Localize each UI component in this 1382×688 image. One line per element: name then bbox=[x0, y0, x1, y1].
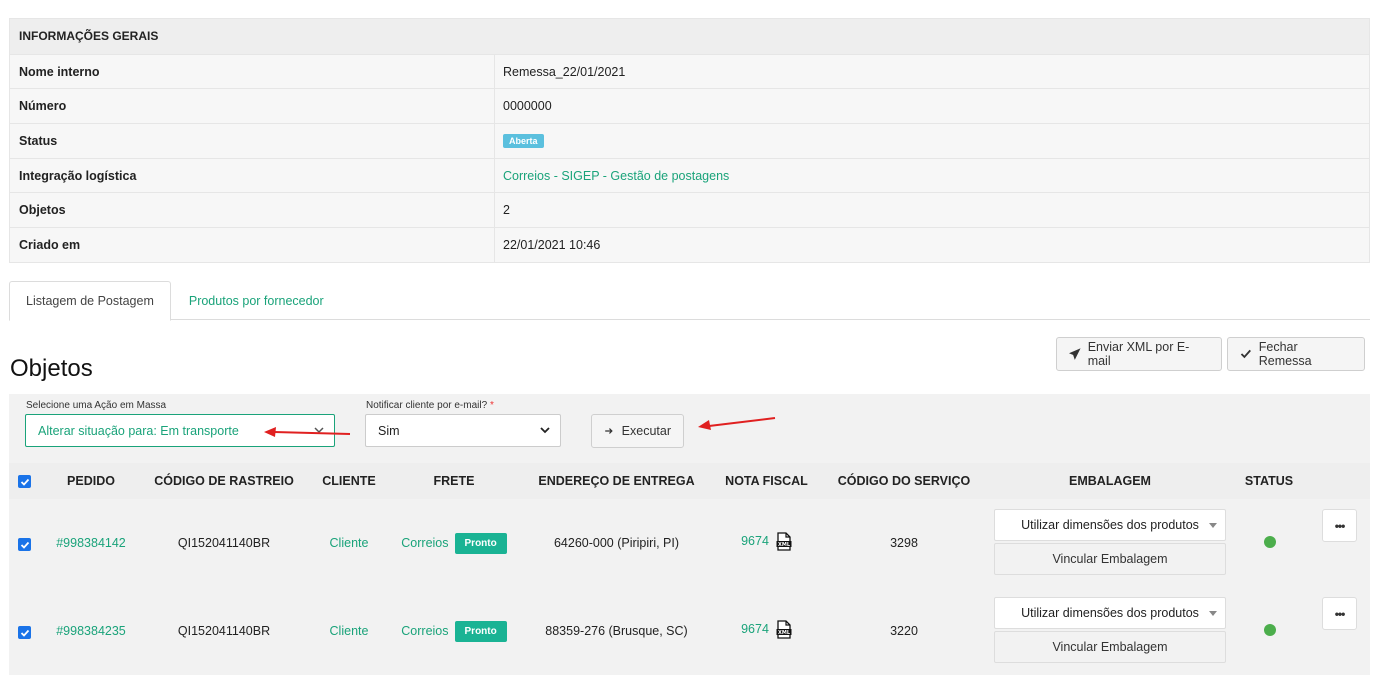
row-checkbox[interactable] bbox=[18, 538, 31, 551]
column-header-order: PEDIDO bbox=[67, 474, 115, 488]
tracking-code: QI152041140BR bbox=[177, 624, 271, 638]
select-all-checkbox[interactable] bbox=[18, 475, 31, 488]
execute-button[interactable]: Executar bbox=[591, 414, 684, 448]
client-link[interactable]: Cliente bbox=[314, 533, 384, 553]
page-title: Objetos bbox=[10, 355, 93, 382]
check-icon bbox=[20, 541, 29, 549]
invoice-link[interactable]: 9674 bbox=[741, 534, 769, 548]
info-row-number: Número 0000000 bbox=[10, 88, 1369, 124]
annotation-arrow-icon bbox=[698, 417, 776, 430]
info-row-integration: Integração logística Correios - SIGEP - … bbox=[10, 157, 1369, 193]
packaging-select-value: Utilizar dimensões dos produtos bbox=[1021, 606, 1199, 620]
table-row: #998384142 QI152041140BR Cliente Correio… bbox=[9, 499, 1370, 587]
tab-posting-list[interactable]: Listagem de Postagem bbox=[9, 281, 171, 321]
annotation-arrow-icon bbox=[264, 427, 351, 437]
tracking-code: QI152041140BR bbox=[177, 536, 271, 550]
paper-plane-icon bbox=[1069, 348, 1081, 360]
info-label: Integração logística bbox=[10, 158, 495, 193]
info-row-status: Status Aberta bbox=[10, 123, 1369, 158]
column-header-tracking: CÓDIGO DE RASTREIO bbox=[154, 474, 294, 488]
mass-action-label: Selecione uma Ação em Massa bbox=[26, 400, 167, 411]
execute-label: Executar bbox=[621, 424, 671, 438]
info-value: 22/01/2021 10:46 bbox=[503, 237, 601, 252]
service-code: 3298 bbox=[890, 536, 918, 550]
caret-down-icon bbox=[1209, 611, 1217, 616]
info-value: 0000000 bbox=[503, 99, 552, 114]
info-row-internal-name: Nome interno Remessa_22/01/2021 bbox=[10, 53, 1369, 89]
info-header: INFORMAÇÕES GERAIS bbox=[19, 29, 159, 44]
notify-label: Notificar cliente por e-mail? * bbox=[366, 400, 494, 411]
chevron-down-icon bbox=[540, 427, 550, 434]
info-label: Número bbox=[10, 89, 495, 124]
info-label: Criado em bbox=[10, 228, 495, 262]
delivery-address: 88359-276 (Brusque, SC) bbox=[545, 624, 688, 638]
column-header-freight: FRETE bbox=[433, 474, 475, 488]
info-label: Objetos bbox=[10, 193, 495, 228]
arrow-right-icon bbox=[605, 428, 613, 434]
close-shipment-label: Fechar Remessa bbox=[1258, 340, 1312, 368]
column-header-client: CLIENTE bbox=[322, 474, 376, 488]
send-xml-label: Enviar XML por E-mail bbox=[1087, 340, 1190, 368]
info-row-created: Criado em 22/01/2021 10:46 bbox=[10, 227, 1369, 262]
info-row-objects: Objetos 2 bbox=[10, 192, 1369, 228]
xml-file-icon[interactable]: XML bbox=[776, 619, 792, 639]
service-code: 3220 bbox=[890, 624, 918, 638]
packaging-select[interactable]: Utilizar dimensões dos produtos bbox=[994, 509, 1226, 541]
integration-link[interactable]: Correios - SIGEP - Gestão de postagens bbox=[495, 159, 1369, 193]
info-label: Nome interno bbox=[10, 54, 495, 89]
notify-select[interactable]: Sim bbox=[365, 414, 561, 447]
column-header-status: STATUS bbox=[1244, 474, 1294, 488]
info-value: Aberta bbox=[495, 124, 1369, 158]
svg-text:XML: XML bbox=[778, 542, 791, 548]
invoice-cell: 9674 XML bbox=[714, 531, 819, 551]
freight-cell: Correios Pronto bbox=[389, 532, 519, 554]
general-info-table: INFORMAÇÕES GERAIS Nome interno Remessa_… bbox=[9, 18, 1370, 263]
ready-badge: Pronto bbox=[454, 532, 507, 554]
mass-action-value: Alterar situação para: Em transporte bbox=[38, 423, 239, 438]
tab-products-by-supplier[interactable]: Produtos por fornecedor bbox=[171, 281, 340, 320]
info-value: Remessa_22/01/2021 bbox=[503, 64, 626, 79]
order-link[interactable]: #998384235 bbox=[49, 621, 133, 641]
send-xml-button[interactable]: Enviar XML por E-mail bbox=[1056, 337, 1222, 371]
notify-label-text: Notificar cliente por e-mail? bbox=[366, 400, 488, 411]
client-link[interactable]: Cliente bbox=[314, 621, 384, 641]
info-label: Status bbox=[10, 124, 495, 158]
invoice-link[interactable]: 9674 bbox=[741, 622, 769, 636]
caret-down-icon bbox=[1209, 523, 1217, 528]
more-options-button[interactable]: ••• bbox=[1322, 597, 1357, 630]
carrier-link[interactable]: Correios bbox=[401, 536, 448, 550]
order-link[interactable]: #998384142 bbox=[49, 533, 133, 553]
check-icon bbox=[20, 629, 29, 637]
check-icon bbox=[20, 478, 29, 486]
column-header-address: ENDEREÇO DE ENTREGA bbox=[538, 474, 695, 488]
invoice-cell: 9674 XML bbox=[714, 619, 819, 639]
required-marker: * bbox=[489, 400, 494, 411]
status-dot bbox=[1264, 624, 1276, 636]
column-header-invoice: NOTA FISCAL bbox=[725, 474, 808, 488]
carrier-link[interactable]: Correios bbox=[401, 624, 448, 638]
column-header-service: CÓDIGO DO SERVIÇO bbox=[837, 474, 971, 488]
more-options-button[interactable]: ••• bbox=[1322, 509, 1357, 542]
check-icon bbox=[1240, 349, 1251, 359]
info-value: 2 bbox=[503, 203, 510, 218]
row-checkbox[interactable] bbox=[18, 626, 31, 639]
objects-table-header: PEDIDO CÓDIGO DE RASTREIO CLIENTE FRETE … bbox=[9, 463, 1370, 499]
svg-text:XML: XML bbox=[778, 630, 791, 636]
delivery-address: 64260-000 (Piripiri, PI) bbox=[553, 536, 680, 550]
ready-badge: Pronto bbox=[454, 620, 507, 642]
freight-cell: Correios Pronto bbox=[389, 620, 519, 642]
tab-bar: Listagem de Postagem Produtos por fornec… bbox=[9, 281, 1370, 321]
notify-value: Sim bbox=[378, 423, 400, 438]
info-header-row: INFORMAÇÕES GERAIS bbox=[10, 19, 1369, 54]
packaging-select[interactable]: Utilizar dimensões dos produtos bbox=[994, 597, 1226, 629]
status-badge: Aberta bbox=[503, 133, 544, 148]
link-packaging-button[interactable]: Vincular Embalagem bbox=[994, 631, 1226, 663]
column-header-packaging: EMBALAGEM bbox=[1069, 474, 1151, 488]
packaging-select-value: Utilizar dimensões dos produtos bbox=[1021, 518, 1199, 532]
link-packaging-button[interactable]: Vincular Embalagem bbox=[994, 543, 1226, 575]
close-shipment-button[interactable]: Fechar Remessa bbox=[1227, 337, 1365, 371]
table-row: #998384235 QI152041140BR Cliente Correio… bbox=[9, 587, 1370, 675]
xml-file-icon[interactable]: XML bbox=[776, 531, 792, 551]
status-dot bbox=[1264, 536, 1276, 548]
